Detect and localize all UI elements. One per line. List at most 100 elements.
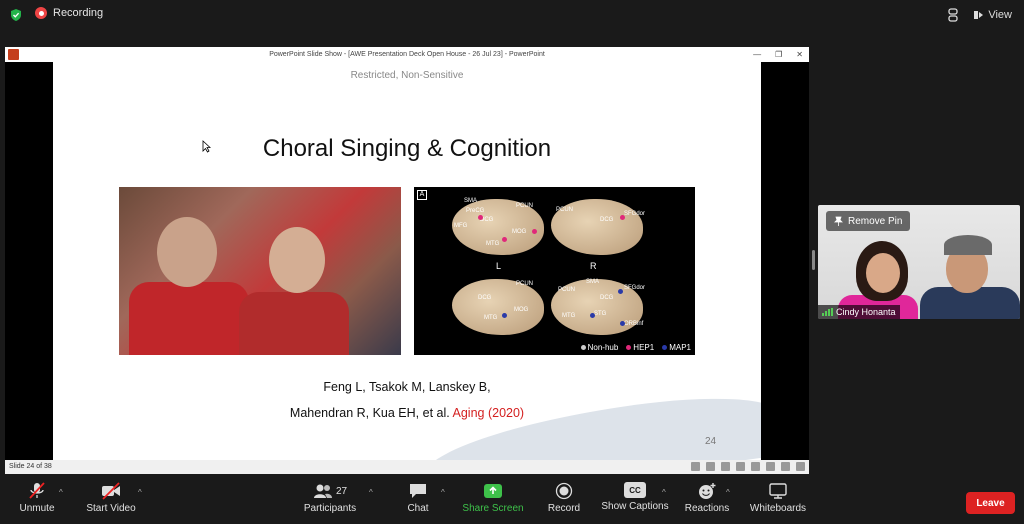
participants-caret-icon[interactable]: ^ (369, 488, 373, 497)
whiteboards-label: Whiteboards (749, 503, 807, 514)
choir-photo (119, 187, 401, 355)
participant-name: Cindy Honanta (836, 307, 896, 317)
close-icon[interactable]: ✕ (796, 47, 803, 62)
hub-dot (620, 215, 625, 220)
leave-button[interactable]: Leave (966, 492, 1015, 514)
mouse-cursor-icon (202, 140, 211, 153)
slide-counter: Slide 24 of 38 (9, 463, 52, 470)
show-captions-button[interactable]: CC Show Captions (601, 482, 669, 522)
fit-slide-icon[interactable] (781, 462, 790, 471)
brain-label: PCUN (556, 207, 574, 213)
start-video-label: Start Video (86, 503, 136, 514)
view-button[interactable]: View (970, 6, 1016, 24)
brain-label: SMA (586, 279, 600, 285)
play-icon[interactable] (691, 462, 700, 471)
slide-page-number: 24 (705, 436, 717, 447)
start-video-button[interactable]: Start Video (84, 482, 138, 522)
meeting-top-bar: Recording View (0, 0, 1024, 30)
ppt-title-bar: PowerPoint Slide Show - [AWE Presentatio… (5, 47, 809, 62)
brain-label: PCUN (516, 203, 534, 209)
minimize-icon[interactable]: — (753, 47, 761, 62)
participant-video-tile[interactable]: Remove Pin Cindy Honanta (818, 205, 1020, 319)
more-options-icon[interactable] (796, 462, 805, 471)
restore-icon[interactable]: ❐ (775, 47, 782, 62)
brain-label: PreCG (466, 208, 485, 214)
show-captions-label: Show Captions (601, 501, 669, 512)
citation-line-2: Mahendran R, Kua EH, et al. Aging (2020) (53, 406, 761, 420)
chat-caret-icon[interactable]: ^ (441, 488, 445, 497)
brain-label: SFGdor (624, 211, 646, 217)
participants-count: 27 (335, 485, 348, 497)
brain-label: MTG (486, 241, 500, 247)
signal-strength-icon (822, 308, 833, 316)
chat-button[interactable]: Chat (404, 482, 432, 522)
remove-pin-button[interactable]: Remove Pin (826, 211, 911, 231)
brain-label: PCUN (516, 281, 534, 287)
hub-dot (620, 321, 625, 326)
citation-journal: Aging (2020) (452, 406, 525, 420)
slide-title: Choral Singing & Cognition (262, 135, 552, 162)
meeting-toolbar: Unmute ^ Start Video ^ 27 Participants ^… (0, 478, 1024, 524)
legend-item: HEP1 (626, 343, 654, 352)
reactions-button[interactable]: Reactions (684, 482, 730, 522)
pin-icon (834, 216, 843, 226)
brain-label: STG (594, 311, 607, 317)
brain-label: MOG (514, 307, 529, 313)
meeting-info-icon[interactable] (944, 6, 962, 24)
classification-label: Restricted, Non-Sensitive (350, 70, 464, 81)
brain-legend: Non-hub HEP1 MAP1 (580, 343, 691, 352)
panel-resize-handle[interactable] (812, 250, 815, 270)
participants-label: Participants (303, 503, 357, 514)
share-screen-icon (484, 484, 502, 498)
hub-dot (590, 313, 595, 318)
reactions-emoji-icon (699, 483, 716, 499)
ppt-window-title: PowerPoint Slide Show - [AWE Presentatio… (269, 51, 545, 58)
view-label: View (988, 9, 1012, 21)
pen-icon[interactable] (721, 462, 730, 471)
share-screen-label: Share Screen (462, 503, 524, 514)
shield-check-icon[interactable] (9, 8, 23, 22)
brain-label: MOG (512, 229, 527, 235)
notes-icon[interactable] (706, 462, 715, 471)
recording-indicator[interactable]: Recording (35, 7, 103, 19)
captions-caret-icon[interactable]: ^ (662, 488, 666, 497)
hemisphere-left-label: L (496, 261, 502, 271)
unmute-button[interactable]: Unmute (18, 482, 56, 522)
citation-line-1: Feng L, Tsakok M, Lanskey B, (323, 380, 491, 394)
audio-options-caret-icon[interactable]: ^ (59, 488, 63, 497)
unmute-label: Unmute (19, 503, 55, 514)
share-screen-button[interactable]: Share Screen (462, 482, 524, 522)
recording-icon (35, 7, 47, 19)
ppt-status-bar: Slide 24 of 38 (5, 460, 809, 474)
legend-item: Non-hub (580, 343, 618, 352)
chat-label: Chat (407, 503, 429, 514)
brain-label: PCUN (558, 287, 576, 293)
cc-badge-text: CC (629, 485, 641, 495)
record-button[interactable]: Record (546, 482, 582, 522)
view-icon (974, 11, 984, 19)
reading-view-icon[interactable] (766, 462, 775, 471)
participants-button[interactable]: 27 Participants (302, 482, 358, 522)
reactions-label: Reactions (684, 503, 730, 514)
video-camera-off-icon (102, 482, 120, 500)
chat-bubble-icon (410, 484, 426, 498)
video-options-caret-icon[interactable]: ^ (138, 488, 142, 497)
whiteboards-button[interactable]: Whiteboards (748, 482, 808, 522)
reactions-caret-icon[interactable]: ^ (726, 488, 730, 497)
brain-label: MTG (562, 313, 576, 319)
microphone-muted-icon (29, 482, 45, 499)
recording-label: Recording (53, 7, 104, 19)
record-icon (555, 482, 573, 500)
remove-pin-label: Remove Pin (848, 215, 903, 227)
brain-label: SFGdor (624, 285, 646, 291)
panel-tag: A (417, 190, 427, 200)
participant-name-tag: Cindy Honanta (818, 305, 900, 319)
hub-dot (532, 229, 537, 234)
grid-view-icon[interactable] (751, 462, 760, 471)
brain-label: DCG (600, 295, 614, 301)
hemisphere-right-label: R (590, 261, 597, 271)
citation-authors: Mahendran R, Kua EH, et al. (289, 406, 450, 420)
record-label: Record (547, 503, 581, 514)
pointer-icon[interactable] (736, 462, 745, 471)
brain-label: SMA (464, 198, 478, 204)
